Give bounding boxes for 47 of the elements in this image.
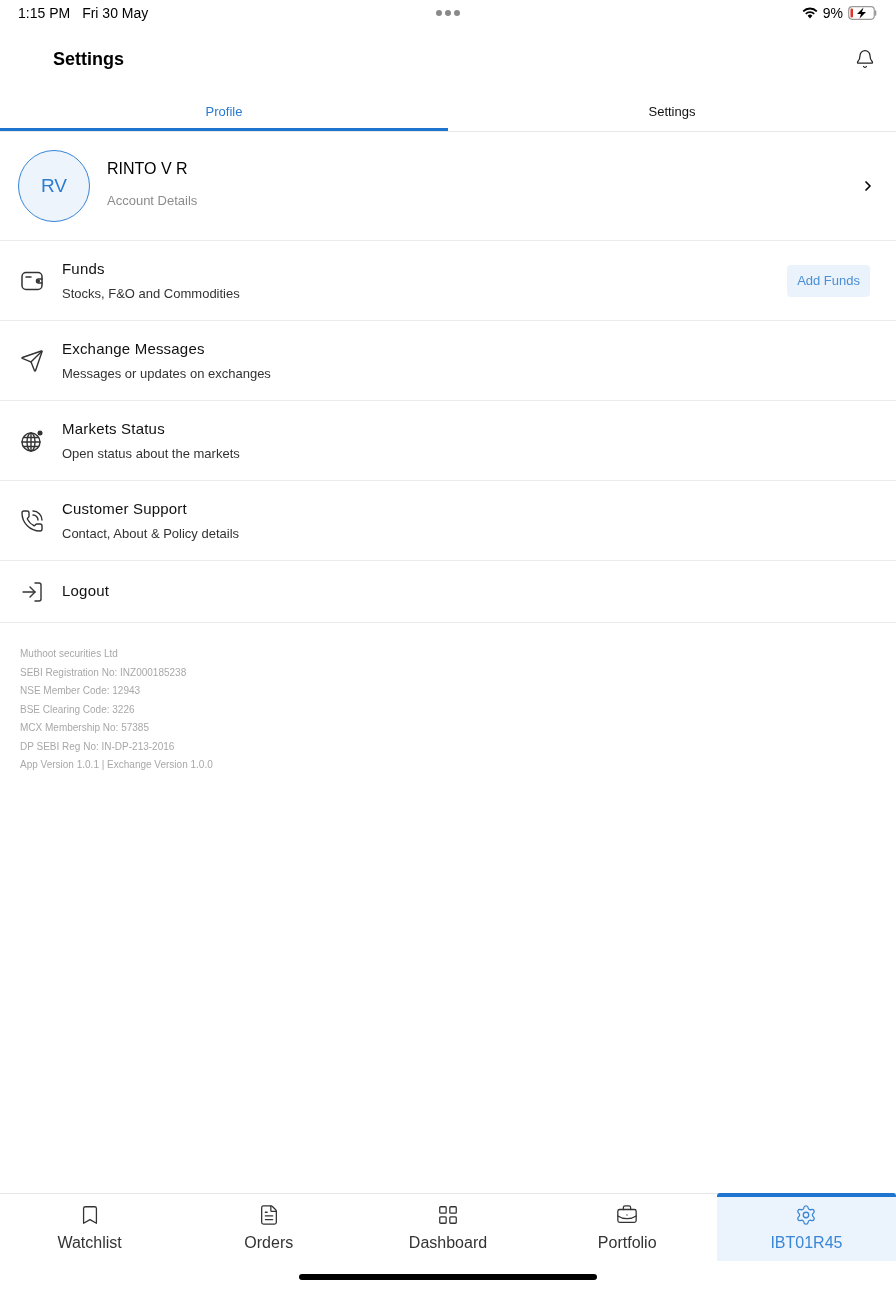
menu-title: Markets Status — [62, 418, 165, 439]
menu-subtitle: Messages or updates on exchanges — [62, 365, 271, 383]
tab[interactable]: Profile — [0, 92, 448, 131]
page-title: Settings — [53, 47, 124, 71]
grid-icon — [437, 1203, 459, 1226]
tab[interactable]: Settings — [448, 92, 896, 131]
footer-text: App Version 1.0.1 | Exchange Version 1.0.0 — [20, 758, 213, 772]
footer-text: NSE Member Code: 12943 — [20, 684, 141, 698]
settings-icon — [795, 1203, 818, 1226]
footer-text: MCX Membership No: 57385 — [20, 721, 149, 735]
menu-row[interactable]: Logout — [0, 561, 896, 623]
status-time: 1:15 PM — [18, 3, 71, 23]
briefcase-icon — [616, 1203, 639, 1226]
menu-subtitle: Stocks, F&O and Commodities — [62, 285, 240, 303]
footer-text: DP SEBI Reg No: IN-DP-213-2016 — [20, 739, 175, 754]
nav-tab[interactable]: Portfolio — [537, 1193, 717, 1261]
menu-subtitle: Contact, About & Policy details — [62, 525, 240, 543]
nav-tab[interactable]: Orders — [179, 1193, 359, 1261]
avatar: RV — [18, 150, 90, 222]
notification-button[interactable] — [854, 48, 876, 70]
menu-subtitle: Open status about the markets — [62, 445, 240, 463]
menu-row[interactable]: Exchange Messages Messages or updates on exchanges — [0, 321, 896, 401]
menu-row[interactable]: Funds Stocks, F&O and Commodities Add Funds — [0, 241, 896, 321]
nav-tab[interactable]: Dashboard — [358, 1193, 538, 1261]
menu-title: Exchange Messages — [62, 338, 205, 359]
logout-icon — [20, 579, 44, 604]
bell-icon — [855, 49, 875, 69]
wifi-icon — [801, 7, 818, 19]
status-date: Fri 30 May — [82, 3, 149, 23]
more-dots-icon — [436, 10, 460, 16]
footer-text: Muthoot securities Ltd — [20, 647, 118, 661]
send-icon — [20, 348, 44, 373]
profile-row[interactable]: RV RINTO V R Account Details — [0, 132, 896, 241]
battery-charging-icon — [848, 6, 878, 20]
profile-subtitle: Account Details — [107, 192, 198, 211]
menu-title: Funds — [62, 258, 105, 279]
globe-icon — [20, 428, 44, 453]
menu-row[interactable]: Customer Support Contact, About & Policy details — [0, 481, 896, 561]
battery-percent: 9% — [822, 3, 843, 23]
menu-title: Logout — [62, 581, 110, 602]
footer-text: SEBI Registration No: INZ000185238 — [20, 665, 187, 680]
phone-icon — [20, 508, 44, 533]
profile-name: RINTO V R — [107, 159, 188, 180]
menu-title: Customer Support — [62, 498, 187, 519]
nav-tab[interactable]: Watchlist — [0, 1193, 180, 1261]
menu-row[interactable]: Markets Status Open status about the markets — [0, 401, 896, 481]
footer-text: BSE Clearing Code: 3226 — [20, 702, 135, 717]
